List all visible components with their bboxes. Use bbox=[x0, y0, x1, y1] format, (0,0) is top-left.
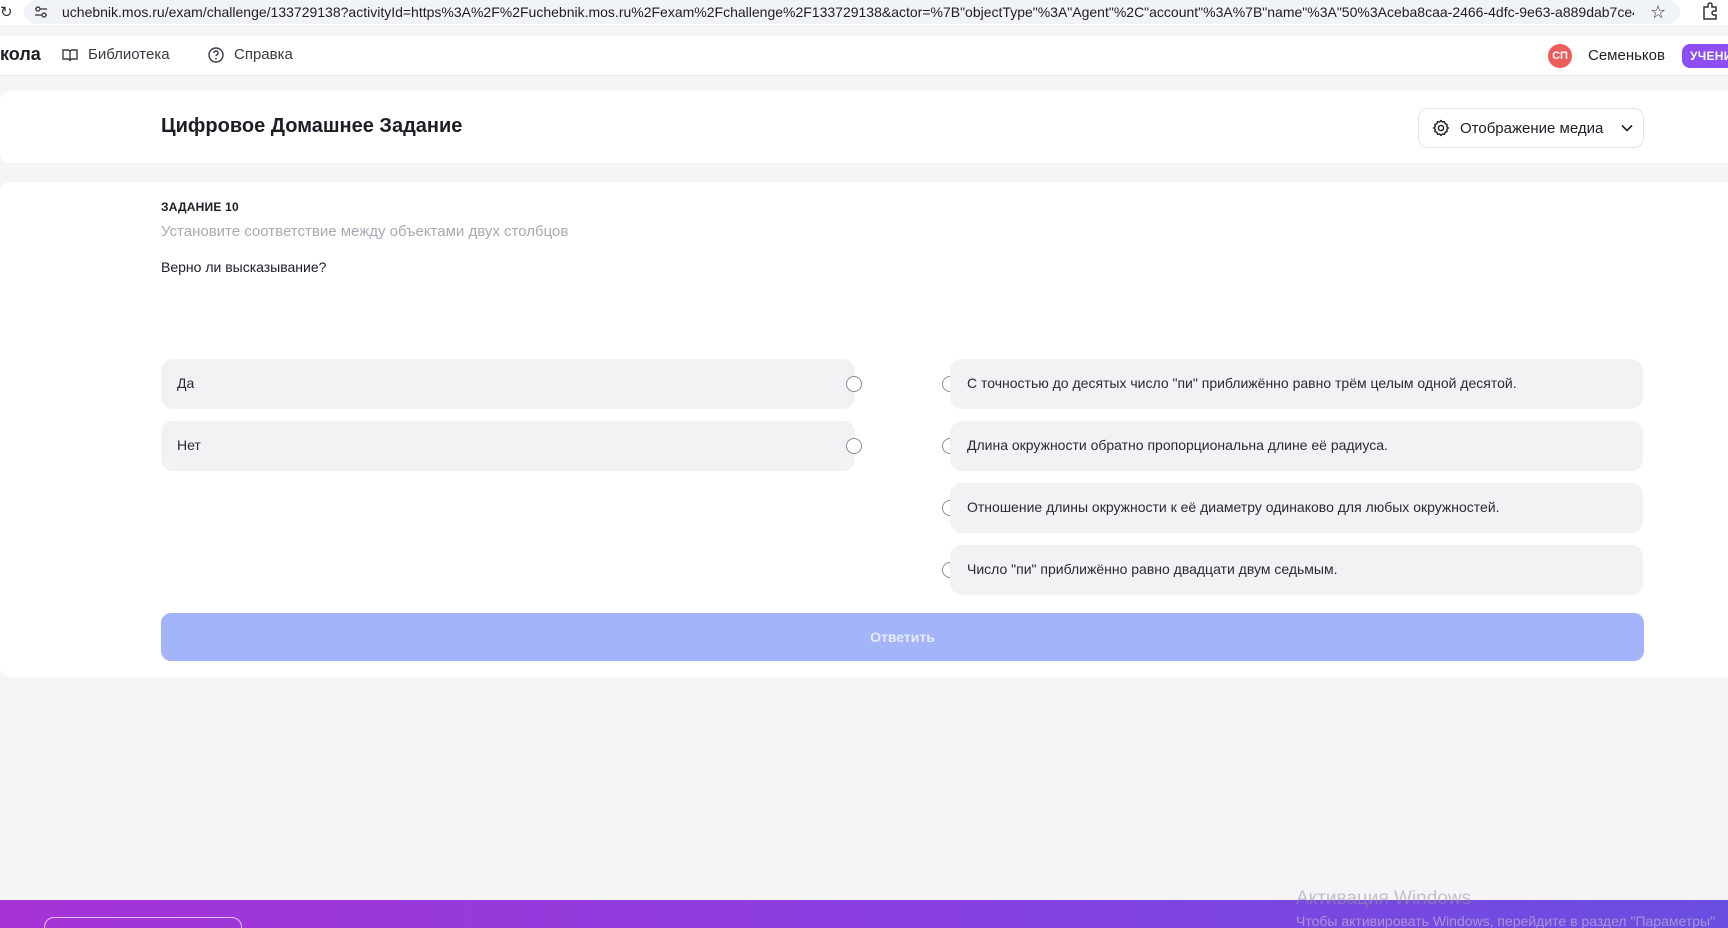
right-option-label: Число "пи" приближённо равно двадцати дв… bbox=[967, 561, 1338, 577]
top-nav: кола Библиотека Справка СП Семеньков УЧЕ… bbox=[0, 36, 1728, 76]
media-display-button[interactable]: Отображение медиа bbox=[1418, 108, 1644, 148]
nav-help[interactable]: Справка bbox=[208, 46, 293, 63]
bookmark-star-icon[interactable]: ☆ bbox=[1650, 2, 1666, 23]
url-text[interactable]: uchebnik.mos.ru/exam/challenge/133729138… bbox=[62, 4, 1634, 20]
media-display-label: Отображение медиа bbox=[1460, 119, 1604, 137]
left-option-label: Нет bbox=[177, 437, 201, 453]
reload-icon[interactable]: ↻ bbox=[0, 3, 13, 21]
brand-logo-text[interactable]: кола bbox=[0, 44, 41, 65]
left-option-no-radio[interactable] bbox=[846, 438, 862, 454]
submit-answer-button[interactable]: Ответить bbox=[161, 613, 1644, 661]
site-settings-icon[interactable] bbox=[34, 6, 48, 18]
role-badge: УЧЕНИ bbox=[1682, 44, 1728, 68]
left-option-label: Да bbox=[177, 375, 195, 391]
windows-activation-subtitle: Чтобы активировать Windows, перейдите в … bbox=[1296, 913, 1716, 928]
task-card: ЗАДАНИЕ 10 Установите соответствие между… bbox=[0, 182, 1728, 677]
nav-library[interactable]: Библиотека bbox=[62, 46, 170, 63]
right-option-4[interactable]: Число "пи" приближённо равно двадцати дв… bbox=[950, 545, 1643, 595]
right-option-2[interactable]: Длина окружности обратно пропорциональна… bbox=[950, 421, 1643, 471]
bottom-bar-button[interactable] bbox=[44, 917, 242, 928]
gear-icon bbox=[1433, 119, 1449, 137]
page-title: Цифровое Домашнее Задание bbox=[161, 115, 463, 137]
browser-toolbar: ↻ uchebnik.mos.ru/exam/challenge/1337291… bbox=[0, 0, 1728, 25]
left-option-yes[interactable]: Да bbox=[161, 359, 855, 409]
right-option-label: Отношение длины окружности к её диаметру… bbox=[967, 499, 1500, 515]
windows-activation-title: Активация Windows bbox=[1296, 888, 1472, 909]
nav-library-label: Библиотека bbox=[88, 46, 170, 63]
right-option-label: С точностью до десятых число "пи" прибли… bbox=[967, 375, 1517, 391]
avatar[interactable]: СП bbox=[1548, 44, 1572, 68]
header-card: Цифровое Домашнее Задание Отображение ме… bbox=[0, 91, 1728, 163]
task-question: Верно ли высказывание? bbox=[161, 259, 327, 275]
left-option-yes-radio[interactable] bbox=[846, 376, 862, 392]
right-option-3[interactable]: Отношение длины окружности к её диаметру… bbox=[950, 483, 1643, 533]
nav-help-label: Справка bbox=[234, 46, 293, 63]
task-instruction: Установите соответствие между объектами … bbox=[161, 223, 569, 240]
left-option-no[interactable]: Нет bbox=[161, 421, 855, 471]
extensions-icon[interactable] bbox=[1700, 1, 1720, 21]
task-number: ЗАДАНИЕ 10 bbox=[161, 200, 239, 214]
help-circle-icon bbox=[208, 46, 224, 63]
right-option-label: Длина окружности обратно пропорциональна… bbox=[967, 437, 1388, 453]
right-option-1[interactable]: С точностью до десятых число "пи" прибли… bbox=[950, 359, 1643, 409]
book-icon bbox=[62, 48, 78, 61]
username[interactable]: Семеньков bbox=[1588, 47, 1665, 64]
chevron-down-icon bbox=[1621, 124, 1633, 132]
